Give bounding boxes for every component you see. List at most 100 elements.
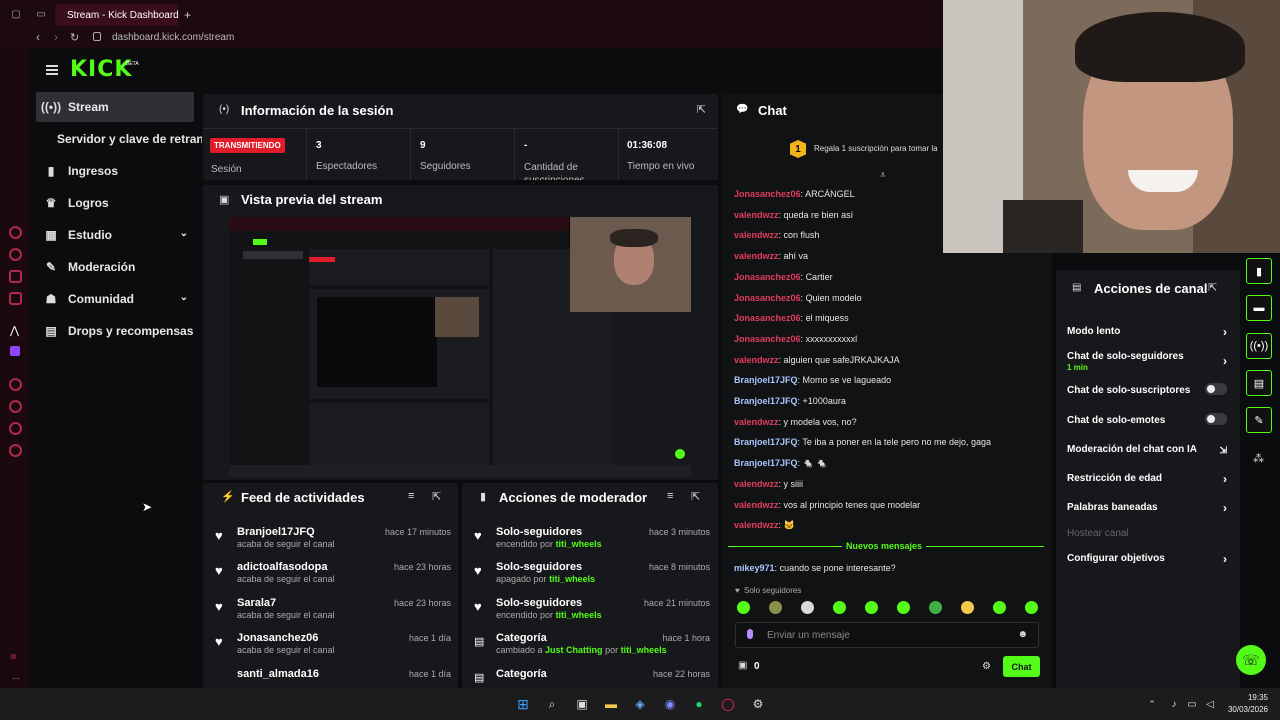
- chat-username[interactable]: valendwzz: [734, 417, 779, 427]
- channel-action-age-restriction[interactable]: Restricción de edad ›: [1067, 472, 1227, 486]
- chat-input[interactable]: Enviar un mensaje ☻: [735, 622, 1039, 648]
- emote-icon[interactable]: [865, 601, 878, 614]
- opera-gx-icon[interactable]: ◯: [720, 696, 736, 712]
- emote-icon[interactable]: [897, 601, 910, 614]
- activity-user[interactable]: Jonasanchez06: [237, 632, 318, 644]
- session-panel-icon[interactable]: ▮: [1246, 258, 1272, 284]
- activity-user[interactable]: adictoalfasodopa: [237, 561, 327, 573]
- more-panels-icon[interactable]: ⁂: [1253, 452, 1264, 465]
- sidebar-item-moderacion[interactable]: ✎ Moderación: [36, 252, 194, 282]
- chat-username[interactable]: Branjoel17JFQ: [734, 396, 798, 406]
- tray-chevron-icon[interactable]: ⌃: [1144, 696, 1160, 712]
- microphone-tray-icon[interactable]: ♪: [1166, 696, 1182, 712]
- kick-rail-icon[interactable]: ⋀: [10, 324, 19, 337]
- sidebar-item-drops[interactable]: ▤ Drops y recompensas: [36, 316, 194, 346]
- back-icon[interactable]: ‹: [36, 30, 40, 44]
- subscribers-only-toggle[interactable]: [1205, 383, 1227, 395]
- chat-username[interactable]: valendwzz: [734, 210, 779, 220]
- moderator-link[interactable]: titi_wheels: [556, 539, 602, 549]
- chat-username[interactable]: Jonasanchez06: [734, 334, 801, 344]
- stream-preview-video[interactable]: [229, 217, 691, 477]
- sidebar-item-comunidad[interactable]: ☗ Comunidad ⌄: [36, 284, 194, 314]
- microphone-icon[interactable]: [747, 629, 753, 639]
- chat-username[interactable]: valendwzz: [734, 479, 779, 489]
- discord-icon[interactable]: ◉: [662, 696, 678, 712]
- rail-app-icon[interactable]: [9, 226, 22, 239]
- moderator-link[interactable]: titi_wheels: [556, 610, 602, 620]
- sidebar-item-server-key[interactable]: Servidor y clave de retransm: [57, 124, 202, 154]
- steam-icon[interactable]: ◈: [632, 696, 648, 712]
- search-icon[interactable]: ⌕: [544, 696, 560, 712]
- tab-kick-dashboard[interactable]: Stream - Kick Dashboard: [55, 4, 179, 26]
- url-field[interactable]: dashboard.kick.com/stream: [112, 32, 234, 43]
- filter-icon[interactable]: ≡: [667, 490, 673, 502]
- chat-username[interactable]: Jonasanchez06: [734, 313, 801, 323]
- moderator-link[interactable]: titi_wheels: [549, 574, 595, 584]
- rail-app-icon[interactable]: [9, 378, 22, 391]
- sidebar-item-stream[interactable]: ((•)) Stream: [36, 92, 194, 122]
- app-icon[interactable]: ⚙: [750, 696, 766, 712]
- gift-subs-banner[interactable]: Regala 1 suscripción para tomar la: [814, 144, 944, 153]
- sidebar-item-logros[interactable]: ♛ Logros: [36, 188, 194, 218]
- chat-username[interactable]: valendwzz: [734, 251, 779, 261]
- emote-icon[interactable]: [737, 601, 750, 614]
- rail-settings-icon[interactable]: ⊗: [10, 652, 17, 661]
- send-chat-button[interactable]: Chat: [1003, 656, 1040, 677]
- chevron-down-icon[interactable]: ⩡: [880, 170, 886, 181]
- activity-user[interactable]: santi_almada16: [237, 668, 319, 680]
- chat-username[interactable]: Branjoel17JFQ: [734, 458, 798, 468]
- emote-icon[interactable]: [833, 601, 846, 614]
- popout-icon[interactable]: ⇱: [1208, 281, 1217, 294]
- moderator-link[interactable]: titi_wheels: [621, 645, 667, 655]
- chat-username[interactable]: mikey971: [734, 563, 775, 573]
- activity-user[interactable]: Sarala7: [237, 597, 276, 609]
- volume-icon[interactable]: ◁: [1202, 696, 1218, 712]
- reload-icon[interactable]: ↻: [70, 31, 79, 44]
- chat-username[interactable]: valendwzz: [734, 230, 779, 240]
- emote-icon[interactable]: [929, 601, 942, 614]
- file-explorer-icon[interactable]: ▬: [603, 696, 619, 712]
- channel-action-ai-moderation[interactable]: Moderación del chat con IA ⇲: [1067, 444, 1227, 455]
- moderation-panel-icon[interactable]: ✎: [1246, 407, 1272, 433]
- activity-user[interactable]: Branjoel17JFQ: [237, 526, 315, 538]
- chat-panel-icon[interactable]: ▬: [1246, 295, 1272, 321]
- chat-username[interactable]: Branjoel17JFQ: [734, 375, 798, 385]
- chat-username[interactable]: valendwzz: [734, 355, 779, 365]
- chat-username[interactable]: Jonasanchez06: [734, 189, 801, 199]
- channel-action-followers-only[interactable]: Chat de solo-seguidores 1 min ›: [1067, 351, 1227, 373]
- popout-icon[interactable]: ⇱: [432, 490, 441, 503]
- twitch-icon[interactable]: [10, 346, 20, 356]
- rail-app-icon[interactable]: [9, 400, 22, 413]
- rail-app-icon[interactable]: [9, 422, 22, 435]
- channel-action-banned-words[interactable]: Palabras baneadas ›: [1067, 501, 1227, 515]
- chat-username[interactable]: Jonasanchez06: [734, 272, 801, 282]
- spotify-icon[interactable]: ●: [691, 696, 707, 712]
- channel-action-goals[interactable]: Configurar objetivos ›: [1067, 552, 1227, 566]
- rail-app-icon[interactable]: [9, 292, 22, 305]
- help-chat-icon[interactable]: ☏: [1236, 645, 1266, 675]
- emote-icon[interactable]: [1025, 601, 1038, 614]
- emoji-icon[interactable]: ☻: [1017, 629, 1028, 640]
- chat-username[interactable]: valendwzz: [734, 500, 779, 510]
- settings-icon[interactable]: ⚙: [982, 661, 991, 672]
- network-icon[interactable]: ▭: [1184, 696, 1200, 712]
- chat-username[interactable]: Jonasanchez06: [734, 293, 801, 303]
- emote-icon[interactable]: [961, 601, 974, 614]
- rail-app-icon[interactable]: [9, 248, 22, 261]
- sidebar-toggle-icon[interactable]: ▢: [10, 8, 22, 20]
- kick-logo[interactable]: KICK: [70, 57, 132, 82]
- forward-icon[interactable]: ›: [54, 30, 58, 44]
- category-link[interactable]: Just Chatting: [545, 645, 603, 655]
- workspaces-icon[interactable]: ▭: [34, 8, 48, 20]
- emote-icon[interactable]: [993, 601, 1006, 614]
- new-tab-button[interactable]: +: [184, 8, 191, 22]
- chat-username[interactable]: Branjoel17JFQ: [734, 437, 798, 447]
- points-icon[interactable]: ▣: [738, 660, 747, 671]
- chat-username[interactable]: valendwzz: [734, 520, 779, 530]
- emote-icon[interactable]: [801, 601, 814, 614]
- rail-app-icon[interactable]: [9, 270, 22, 283]
- rail-app-icon[interactable]: [9, 444, 22, 457]
- sidebar-item-estudio[interactable]: ▦ Estudio ⌄: [36, 220, 194, 250]
- popout-icon[interactable]: ⇱: [697, 103, 706, 116]
- sidebar-item-ingresos[interactable]: ▮ Ingresos: [36, 156, 194, 186]
